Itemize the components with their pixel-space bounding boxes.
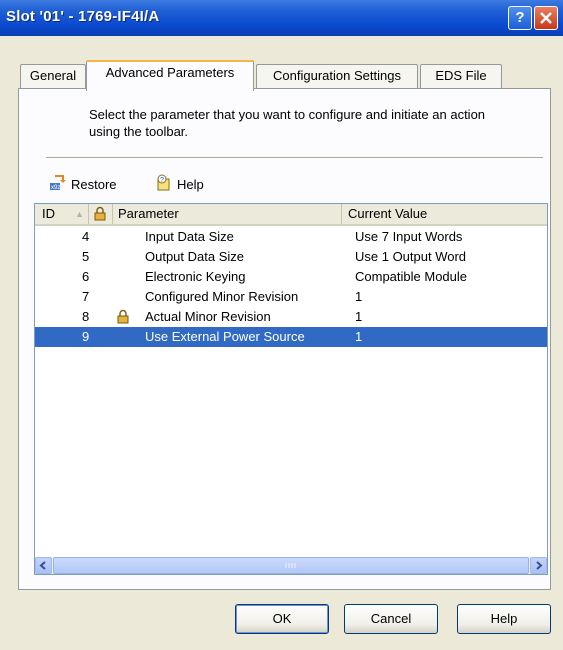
row-value: 1 (355, 309, 363, 324)
scroll-left-button[interactable] (35, 557, 52, 574)
chevron-right-icon (536, 561, 543, 570)
restore-icon: x9z (49, 174, 67, 195)
row-parameter: Use External Power Source (145, 329, 305, 344)
svg-text:x9z: x9z (51, 185, 60, 191)
parameter-list[interactable]: ID ▲ Parameter Current Value 4 Input Dat… (34, 203, 548, 575)
lock-header-icon (94, 206, 106, 227)
cancel-button[interactable]: Cancel (344, 604, 438, 634)
row-value: Use 7 Input Words (355, 229, 463, 244)
table-row[interactable]: 8 Actual Minor Revision 1 (35, 307, 547, 327)
row-value: 1 (355, 329, 363, 344)
table-row[interactable]: 7 Configured Minor Revision 1 (35, 287, 547, 307)
grip-icon (285, 563, 296, 568)
row-id: 5 (82, 249, 90, 264)
tab-general[interactable]: General (20, 64, 86, 88)
scroll-thumb[interactable] (53, 557, 529, 574)
row-parameter: Configured Minor Revision (145, 289, 299, 304)
sort-arrow-icon: ▲ (75, 209, 84, 219)
column-header-value[interactable]: Current Value (342, 204, 547, 224)
separator (46, 157, 543, 159)
tab-configuration-settings[interactable]: Configuration Settings (256, 64, 418, 88)
column-header-lock[interactable] (89, 204, 113, 224)
row-parameter: Input Data Size (145, 229, 234, 244)
help-book-icon: ? (155, 174, 173, 195)
table-row-selected[interactable]: 9 Use External Power Source 1 (35, 327, 547, 347)
row-id: 6 (82, 269, 90, 284)
column-header-parameter[interactable]: Parameter (112, 204, 342, 224)
table-row[interactable]: 5 Output Data Size Use 1 Output Word (35, 247, 547, 267)
help-label: Help (177, 177, 204, 192)
svg-text:?: ? (160, 177, 164, 184)
title-bar[interactable]: Slot '01' - 1769-IF4I/A ? (0, 0, 563, 36)
table-row[interactable]: 6 Electronic Keying Compatible Module (35, 267, 547, 287)
chevron-left-icon (39, 561, 46, 570)
close-icon[interactable] (534, 6, 558, 30)
restore-button[interactable]: x9z Restore (49, 174, 117, 195)
list-header: ID ▲ Parameter Current Value (35, 204, 547, 226)
row-value: Use 1 Output Word (355, 249, 467, 264)
tab-advanced-parameters[interactable]: Advanced Parameters (86, 60, 254, 91)
instructions-text: Select the parameter that you want to co… (89, 107, 486, 139)
restore-label: Restore (71, 177, 117, 192)
tab-panel: Select the parameter that you want to co… (18, 88, 551, 590)
row-id: 7 (82, 289, 90, 304)
help-icon[interactable]: ? (508, 6, 532, 30)
help-button[interactable]: Help (457, 604, 551, 634)
row-id: 8 (82, 309, 90, 324)
window-title: Slot '01' - 1769-IF4I/A (6, 8, 160, 25)
row-parameter: Output Data Size (145, 249, 244, 264)
row-id: 9 (82, 329, 90, 344)
row-parameter: Electronic Keying (145, 269, 246, 284)
help-toolbar-button[interactable]: ? Help (155, 174, 204, 195)
row-value: Compatible Module (355, 269, 468, 284)
column-header-id[interactable]: ID ▲ (35, 204, 89, 224)
scroll-right-button[interactable] (530, 557, 547, 574)
horizontal-scrollbar[interactable] (35, 557, 547, 574)
row-parameter: Actual Minor Revision (145, 309, 271, 324)
row-id: 4 (82, 229, 90, 244)
table-row[interactable]: 4 Input Data Size Use 7 Input Words (35, 227, 547, 247)
tab-eds-file[interactable]: EDS File (420, 64, 502, 88)
ok-button[interactable]: OK (235, 604, 329, 634)
row-value: 1 (355, 289, 363, 304)
